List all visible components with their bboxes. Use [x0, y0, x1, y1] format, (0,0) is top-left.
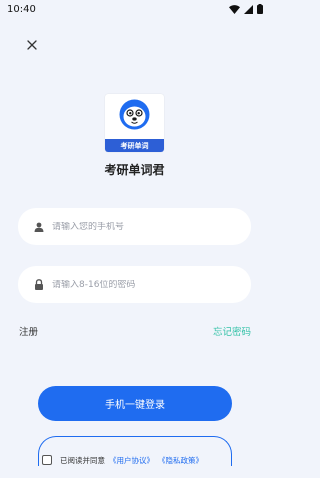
close-icon — [27, 40, 37, 50]
wifi-icon — [229, 4, 240, 14]
one-click-login-button[interactable]: 手机一键登录 — [38, 386, 232, 421]
phone-field[interactable] — [18, 208, 251, 245]
password-field[interactable] — [18, 266, 251, 303]
status-time: 10:40 — [7, 3, 36, 15]
status-icons — [229, 4, 263, 14]
forgot-password-link[interactable]: 忘记密码 — [213, 324, 251, 338]
battery-icon — [257, 4, 263, 14]
app-name: 考研单词君 — [104, 163, 165, 177]
privacy-policy-link[interactable]: 《隐私政策》 — [158, 455, 203, 466]
mascot-icon — [119, 99, 150, 130]
agreement-row: 已阅读并同意 《用户协议》 《隐私政策》 — [42, 453, 207, 467]
phone-input[interactable] — [52, 221, 222, 232]
lock-icon — [35, 279, 43, 290]
status-bar: 10:40 — [0, 0, 269, 18]
close-button[interactable] — [24, 37, 40, 53]
register-link[interactable]: 注册 — [19, 324, 38, 338]
password-input[interactable] — [52, 279, 222, 290]
agreement-prefix: 已阅读并同意 — [60, 455, 105, 465]
signal-icon — [244, 4, 253, 14]
user-icon — [34, 222, 44, 232]
logo-banner: 考研单词 — [105, 139, 164, 152]
agreement-checkbox[interactable] — [42, 455, 52, 465]
user-agreement-link[interactable]: 《用户协议》 — [109, 455, 154, 466]
app-logo: 考研单词 — [105, 94, 164, 152]
